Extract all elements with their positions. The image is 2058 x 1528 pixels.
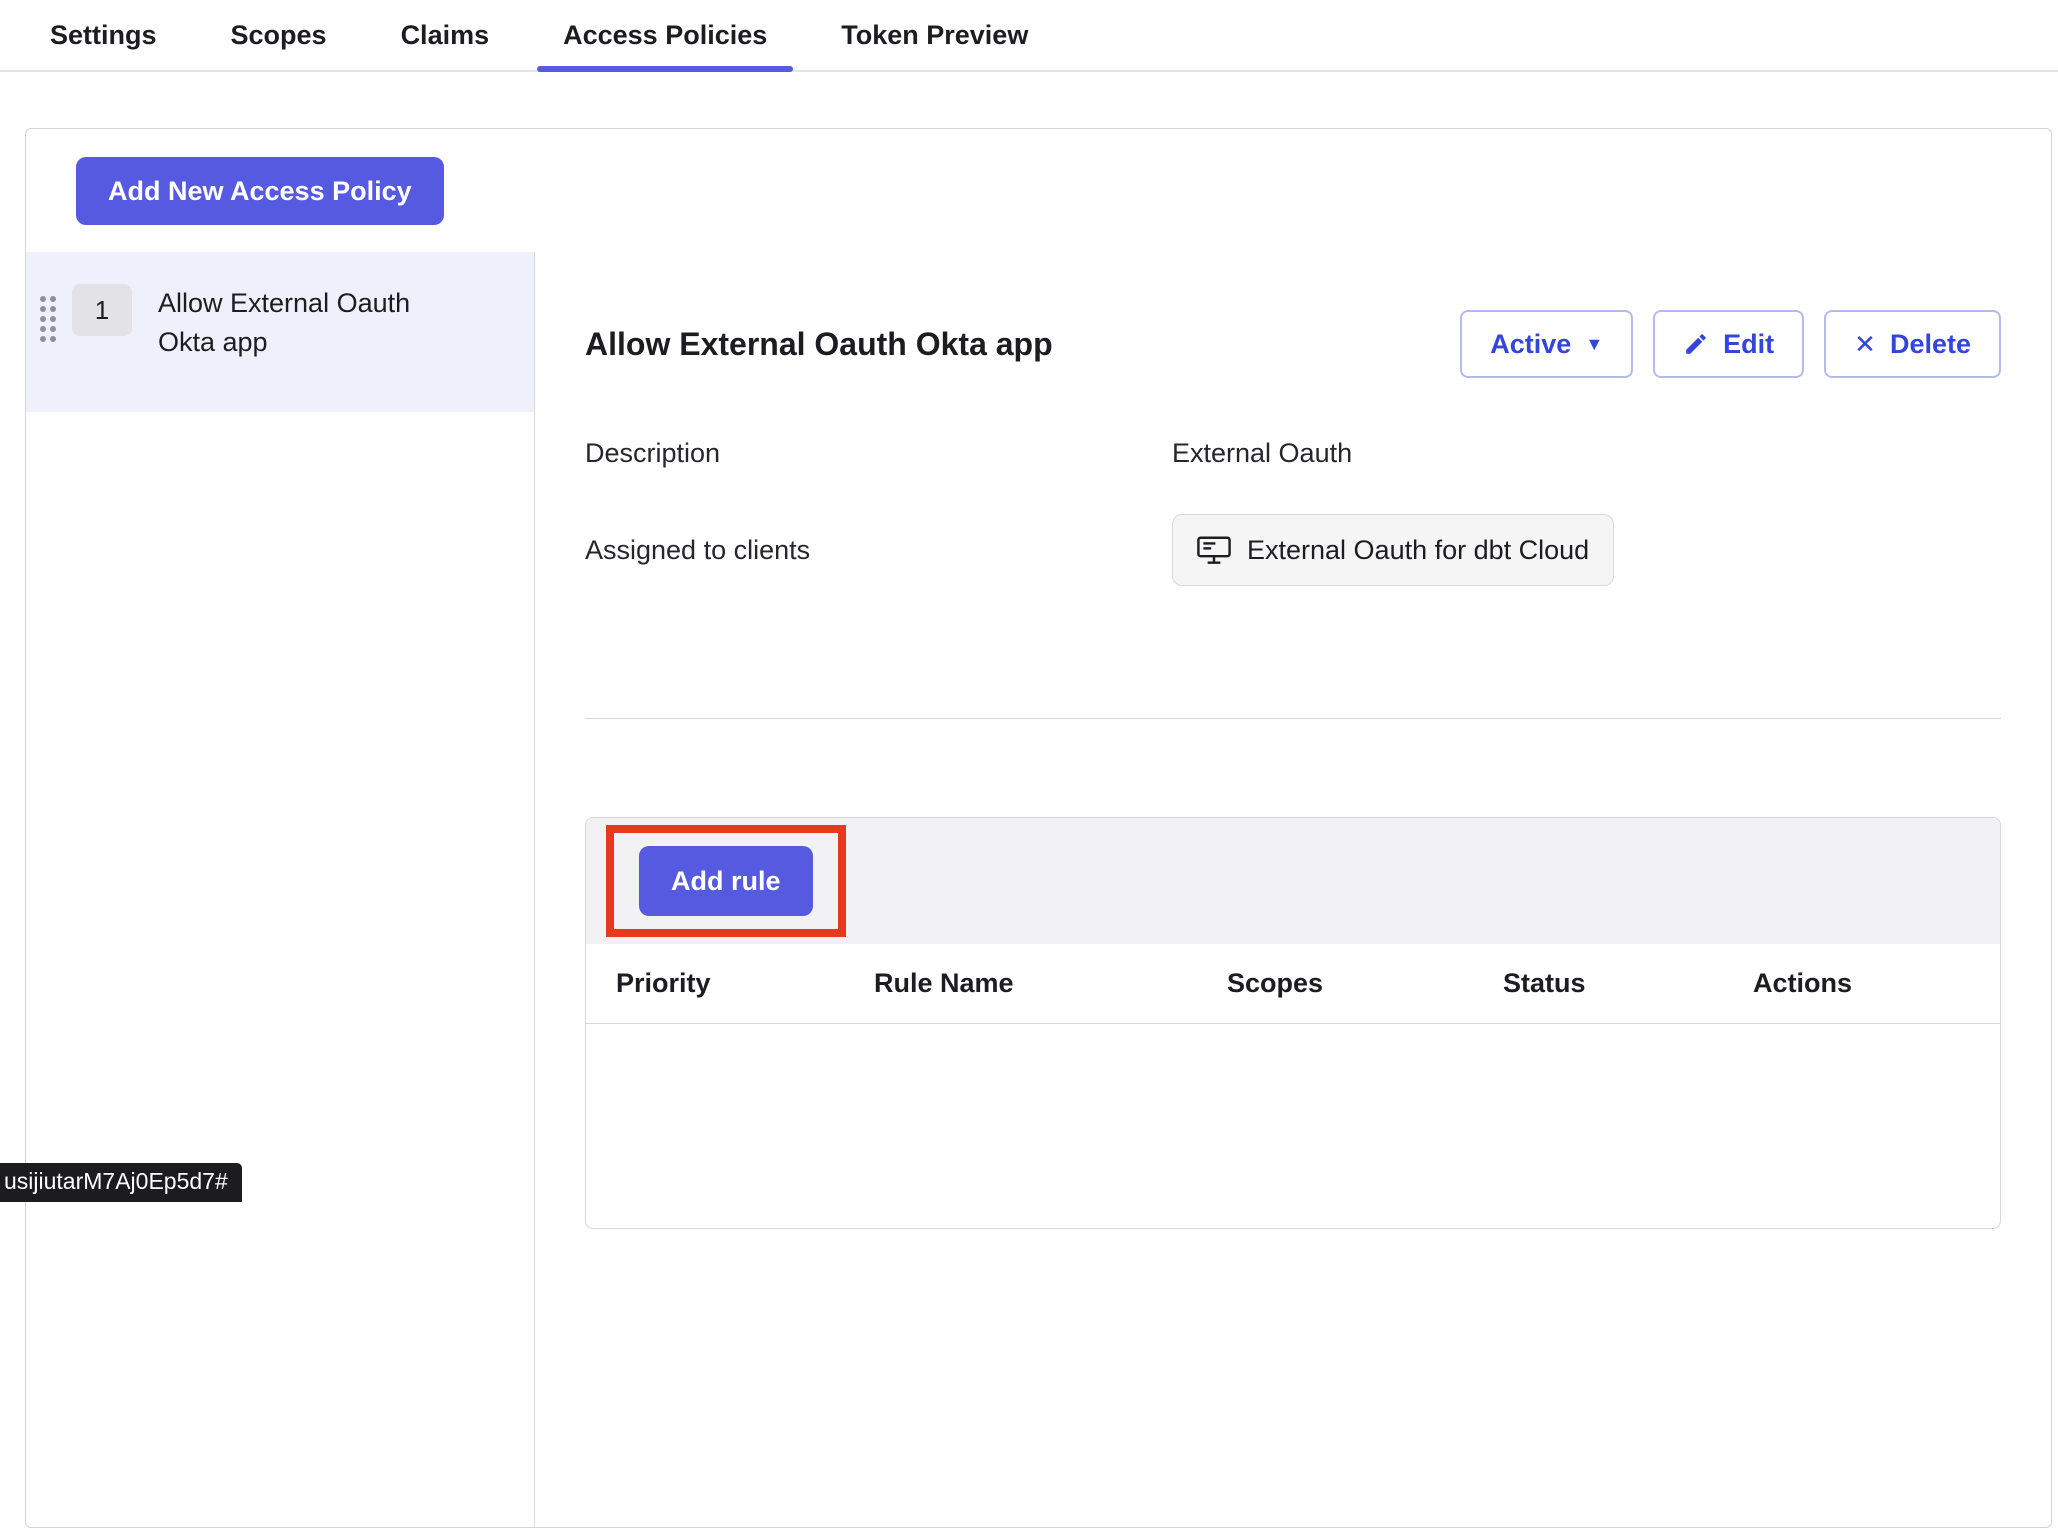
policy-detail-panel: Allow External Oauth Okta app Active ▼ E… bbox=[535, 252, 2051, 1527]
access-policies-panel: Add New Access Policy 1 Allow External O… bbox=[25, 128, 2052, 1528]
policy-detail-header: Allow External Oauth Okta app Active ▼ E… bbox=[585, 310, 2001, 378]
rules-table-empty-row bbox=[586, 1024, 2000, 1228]
edit-button[interactable]: Edit bbox=[1653, 310, 1804, 378]
add-new-access-policy-button[interactable]: Add New Access Policy bbox=[76, 157, 444, 225]
tab-token-preview[interactable]: Token Preview bbox=[815, 0, 1054, 70]
tab-access-policies[interactable]: Access Policies bbox=[537, 0, 793, 70]
rules-table-header-row: Priority Rule Name Scopes Status Actions bbox=[586, 944, 2000, 1024]
policy-list-item[interactable]: 1 Allow External Oauth Okta app bbox=[26, 252, 534, 412]
rules-section: Add rule Priority Rule Name Scopes Statu… bbox=[585, 817, 2001, 1229]
column-header-priority: Priority bbox=[586, 944, 874, 1024]
close-icon: ✕ bbox=[1854, 331, 1876, 357]
policy-priority-badge: 1 bbox=[72, 284, 132, 336]
panel-body: 1 Allow External Oauth Okta app Allow Ex… bbox=[26, 252, 2051, 1527]
delete-button[interactable]: ✕ Delete bbox=[1824, 310, 2001, 378]
chevron-down-icon: ▼ bbox=[1585, 335, 1603, 353]
add-rule-button[interactable]: Add rule bbox=[639, 846, 813, 916]
tab-bar: Settings Scopes Claims Access Policies T… bbox=[0, 0, 2058, 72]
policy-name: Allow External Oauth Okta app bbox=[158, 284, 453, 362]
pencil-icon bbox=[1683, 331, 1709, 357]
tab-claims[interactable]: Claims bbox=[375, 0, 516, 70]
description-label: Description bbox=[585, 438, 1172, 469]
column-header-scopes: Scopes bbox=[1227, 944, 1503, 1024]
panel-toolbar: Add New Access Policy bbox=[26, 129, 2051, 252]
rules-toolbar: Add rule bbox=[586, 818, 2000, 944]
column-header-status: Status bbox=[1503, 944, 1753, 1024]
computer-icon bbox=[1197, 536, 1231, 565]
policy-list-sidebar: 1 Allow External Oauth Okta app bbox=[26, 252, 535, 1527]
edit-button-label: Edit bbox=[1723, 329, 1774, 360]
assigned-client-name: External Oauth for dbt Cloud bbox=[1247, 535, 1589, 566]
tab-settings[interactable]: Settings bbox=[24, 0, 183, 70]
policy-action-buttons: Active ▼ Edit ✕ Delete bbox=[1460, 310, 2001, 378]
policy-fields: Description External Oauth Assigned to c… bbox=[585, 438, 2001, 586]
status-dropdown-label: Active bbox=[1490, 329, 1571, 360]
assigned-to-clients-label: Assigned to clients bbox=[585, 535, 1172, 566]
section-divider bbox=[585, 718, 2001, 719]
description-value: External Oauth bbox=[1172, 438, 2001, 469]
assigned-client-chip: External Oauth for dbt Cloud bbox=[1172, 514, 1614, 586]
policy-title: Allow External Oauth Okta app bbox=[585, 326, 1053, 363]
status-bar-url: usijiutarM7Aj0Ep5d7# bbox=[0, 1163, 242, 1202]
rules-table: Priority Rule Name Scopes Status Actions bbox=[586, 944, 2000, 1228]
column-header-actions: Actions bbox=[1753, 944, 2000, 1024]
annotation-highlight-box: Add rule bbox=[606, 825, 846, 937]
status-dropdown-button[interactable]: Active ▼ bbox=[1460, 310, 1633, 378]
tab-scopes[interactable]: Scopes bbox=[205, 0, 353, 70]
column-header-rule-name: Rule Name bbox=[874, 944, 1227, 1024]
drag-handle-icon[interactable] bbox=[40, 296, 56, 342]
delete-button-label: Delete bbox=[1890, 329, 1971, 360]
